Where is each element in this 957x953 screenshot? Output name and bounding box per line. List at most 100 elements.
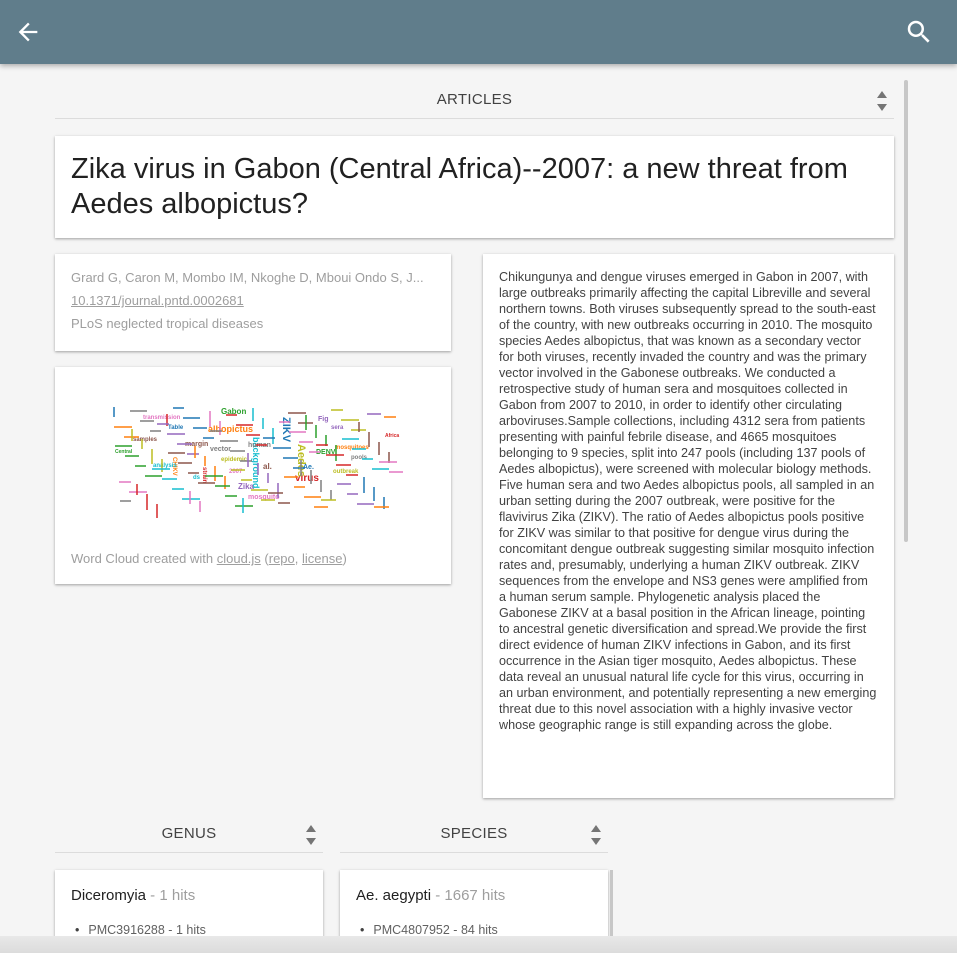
sort-arrows-icon[interactable] [590,824,602,846]
word-cloud-filler [367,413,381,415]
word-cloud-filler [310,470,312,484]
word-cloud-filler [304,496,321,498]
sort-arrows-icon[interactable] [876,90,888,112]
arrow-back-icon[interactable] [14,18,42,46]
word-cloud-filler [363,477,365,493]
word-cloud-filler [120,500,131,502]
word-cloud-word: al. [263,462,272,471]
word-cloud-word: Table [168,425,184,431]
word-cloud-filler [293,467,305,469]
word-cloud-filler [252,408,254,421]
genus-name: Diceromyia [71,887,147,904]
word-cloud-filler [231,469,245,471]
word-cloud-filler [277,483,279,498]
article-title-card: Zika virus in Gabon (Central Africa)--20… [55,136,894,238]
word-cloud-filler [183,417,200,419]
word-cloud-filler [151,449,153,464]
word-cloud-filler [157,423,169,425]
repo-link[interactable]: repo [269,551,295,566]
word-cloud-filler [284,476,298,478]
word-cloud-filler [299,441,313,443]
word-cloud-filler [168,452,185,454]
word-cloud-filler [374,506,389,508]
word-cloud-filler [130,410,147,412]
species-result-item[interactable]: PMC4807952 - 84 hits [360,923,497,937]
word-cloud-filler [209,411,211,427]
article-journal: PLoS neglected tropical diseases [71,316,264,331]
word-cloud-filler [309,451,320,453]
species-name: Ae. aegypti [356,887,432,904]
word-cloud-filler [226,414,237,416]
sort-arrows-icon[interactable] [305,824,317,846]
word-cloud-filler [362,458,373,460]
genus-result-title: Diceromyia - 1 hits [71,887,195,904]
word-cloud-filler [300,460,302,476]
word-cloud-filler [214,466,216,481]
word-cloud-filler [314,506,328,508]
word-cloud-filler [204,456,206,466]
word-cloud-filler [389,471,403,473]
genus-header: GENUS [55,815,323,853]
word-cloud-filler [357,503,374,505]
search-icon[interactable] [904,17,934,47]
word-cloud-filler [161,459,163,472]
word-cloud-filler [267,473,269,483]
word-cloud-filler [224,476,226,489]
article-doi-link[interactable]: 10.1371/journal.pntd.0002681 [71,289,244,312]
species-hits: - 1667 hits [431,887,506,904]
word-cloud-filler [210,430,222,432]
word-cloud-filler [326,454,344,456]
article-meta-card: Grard G, Caron M, Mombo IM, Nkoghe D, Mb… [55,254,451,351]
word-cloud-filler [347,493,358,495]
word-cloud-filler [220,440,238,442]
word-cloud-filler [251,489,268,491]
word-cloud-filler [341,419,359,421]
word-cloud-filler [194,446,196,458]
word-cloud-filler [141,439,143,449]
word-cloud-word: Central [115,449,133,455]
license-link[interactable]: license [302,551,342,566]
word-cloud-word: vector [210,446,231,453]
genus-header-label: GENUS [161,825,217,842]
word-cloud-card: ZIKV albopictus Gabon virus Zika margin mosqui… [55,367,451,584]
word-cloud-filler [131,429,133,441]
word-cloud-filler [294,486,305,488]
word-cloud-filler [378,442,380,455]
articles-scrollbar[interactable] [904,80,908,542]
word-cloud-filler [150,430,161,432]
word-cloud-filler [268,492,283,494]
word-cloud-filler [321,499,336,501]
word-cloud-filler [146,494,148,510]
word-cloud-filler [241,479,252,481]
species-header-label: SPECIES [440,825,508,842]
word-cloud-filler [283,457,298,459]
articles-header: ARTICLES [55,81,894,119]
word-cloud-filler [246,434,260,436]
word-cloud-filler [379,461,397,463]
word-cloud-filler [193,427,207,429]
species-header: SPECIES [340,815,608,853]
word-cloud-filler [205,475,223,477]
genus-result-item[interactable]: PMC3916288 - 1 hits [75,923,205,937]
word-cloud-filler [272,428,274,444]
word-cloud-filler [203,437,214,439]
word-cloud-filler [172,488,184,490]
word-cloud-filler [113,407,115,417]
species-scrollbar[interactable] [610,870,613,940]
cloudjs-link[interactable]: cloud.js [217,551,261,566]
word-cloud-filler [279,421,290,423]
word-cloud-filler [247,453,249,467]
close-paren: ) [342,551,347,566]
bottom-panel-edge [0,936,957,953]
word-cloud-word: ds [193,475,201,481]
word-cloud-filler [257,463,259,475]
word-cloud-filler [115,445,132,447]
word-cloud-filler [178,462,192,464]
word-cloud-filler [373,487,375,501]
article-abstract-card: Chikungunya and dengue viruses emerged i… [483,254,894,798]
word-cloud-filler [225,495,237,497]
word-cloud-filler [125,455,139,457]
word-cloud-filler [352,448,366,450]
word-cloud-filler [256,444,267,446]
word-cloud-filler [335,445,337,461]
